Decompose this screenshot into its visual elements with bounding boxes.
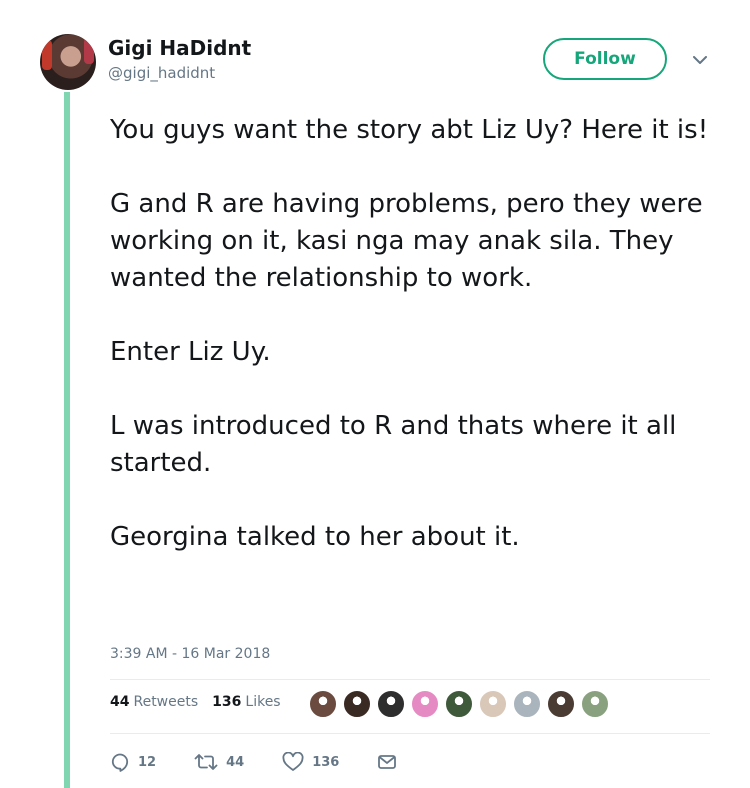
chevron-down-icon[interactable] xyxy=(690,52,710,68)
reply-count: 12 xyxy=(138,754,157,770)
liker-avatar[interactable] xyxy=(376,689,406,719)
thread-line xyxy=(64,92,70,788)
retweet-action[interactable]: 44 xyxy=(194,752,244,772)
liker-avatar[interactable] xyxy=(410,689,440,719)
retweet-count: 44 xyxy=(226,754,245,770)
liker-avatar[interactable] xyxy=(478,689,508,719)
tweet-paragraph: Georgina talked to her about it. xyxy=(110,522,520,552)
tweet-paragraph: G and R are having problems, pero they w… xyxy=(110,189,703,293)
liker-avatar[interactable] xyxy=(512,689,542,719)
liker-avatar[interactable] xyxy=(444,689,474,719)
likes-label[interactable]: Likes xyxy=(245,694,280,710)
heart-icon xyxy=(282,752,304,771)
like-count: 136 xyxy=(312,754,340,770)
retweets-count[interactable]: 44 xyxy=(110,694,129,710)
reply-icon xyxy=(111,753,129,772)
timestamp[interactable]: 3:39 AM - 16 Mar 2018 xyxy=(110,646,270,662)
tweet-text: You guys want the story abt Liz Uy? Here… xyxy=(110,112,720,556)
like-action[interactable]: 136 xyxy=(282,752,339,772)
liker-avatar[interactable] xyxy=(342,689,372,719)
avatar[interactable] xyxy=(40,34,96,90)
tweet-paragraph: Enter Liz Uy. xyxy=(110,337,271,367)
tweet-paragraph: L was introduced to R and thats where it… xyxy=(110,411,677,478)
envelope-icon xyxy=(378,755,397,769)
retweets-label[interactable]: Retweets xyxy=(133,694,198,710)
retweet-icon xyxy=(194,754,218,770)
divider xyxy=(110,733,710,734)
tweet-paragraph: You guys want the story abt Liz Uy? Here… xyxy=(110,115,709,145)
liker-avatar[interactable] xyxy=(580,689,610,719)
reply-action[interactable]: 12 xyxy=(110,752,156,772)
liker-avatar[interactable] xyxy=(308,689,338,719)
follow-button[interactable]: Follow xyxy=(543,38,667,80)
direct-message-action[interactable] xyxy=(377,753,397,771)
likes-count[interactable]: 136 xyxy=(212,694,241,710)
avatar-detail xyxy=(84,38,94,64)
engagement-stats: 44 Retweets 136 Likes xyxy=(110,694,281,710)
avatar-detail xyxy=(42,40,52,70)
user-handle[interactable]: @gigi_hadidnt xyxy=(108,64,215,82)
tweet-actions: 12 44 136 xyxy=(110,752,397,772)
display-name[interactable]: Gigi HaDidnt xyxy=(108,36,251,60)
divider xyxy=(110,679,710,680)
likers-list xyxy=(308,689,614,719)
liker-avatar[interactable] xyxy=(546,689,576,719)
